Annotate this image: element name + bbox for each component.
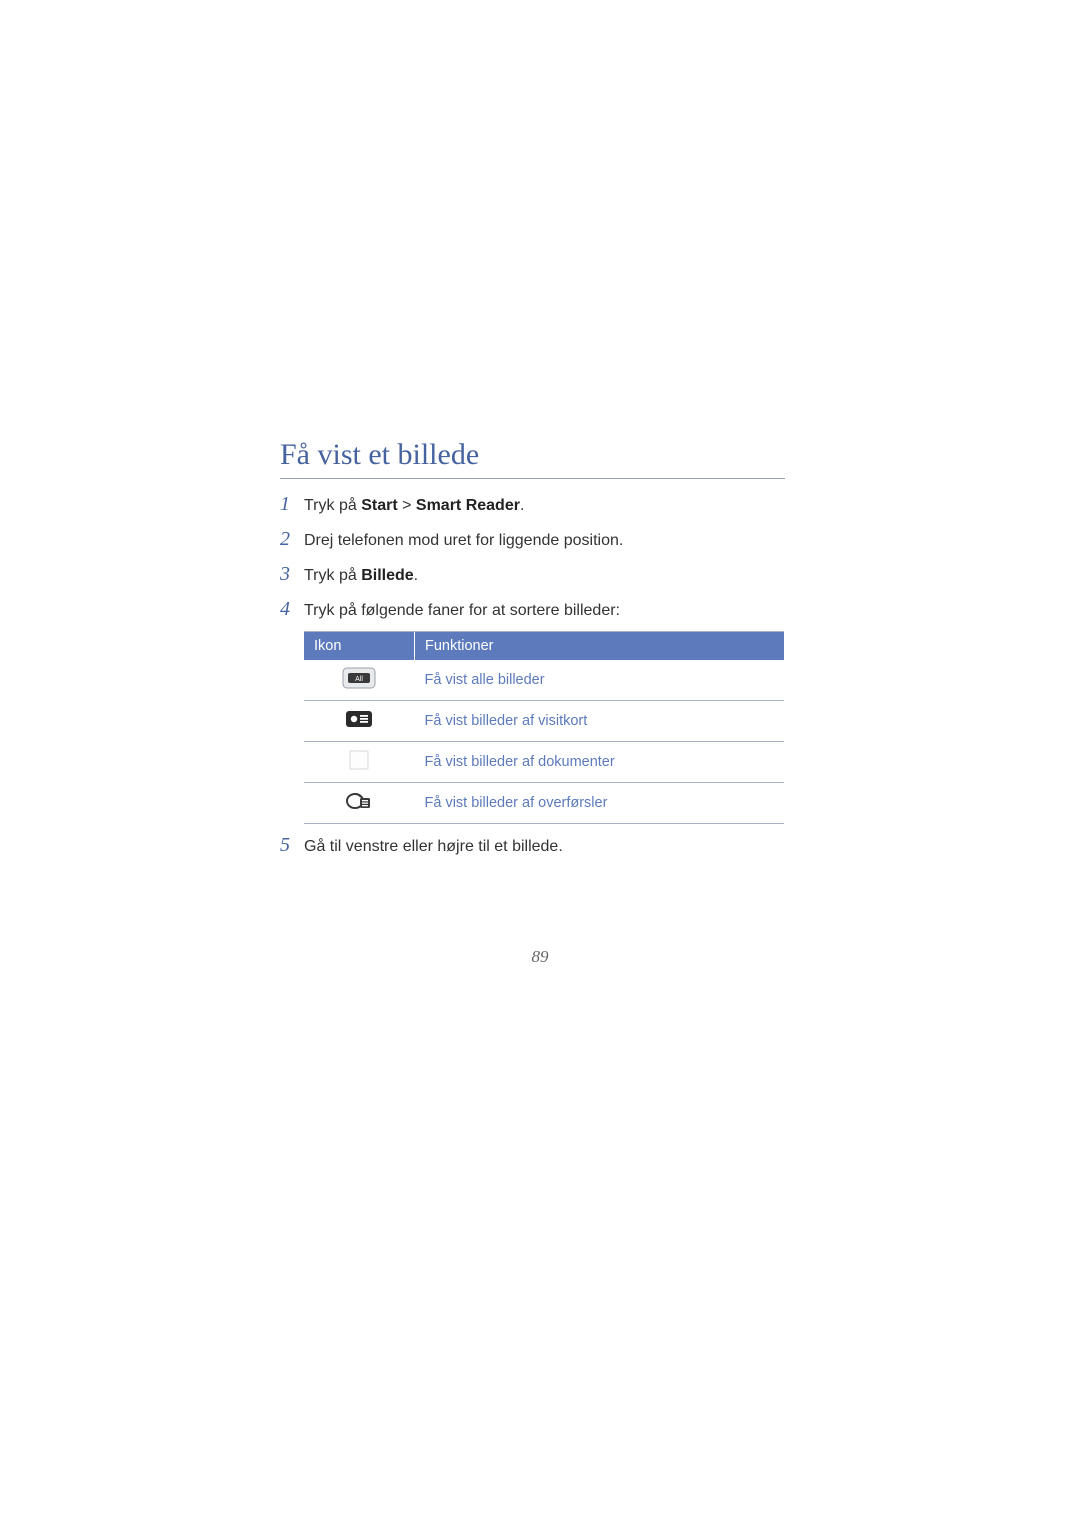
text-segment: Tryk på	[304, 567, 361, 584]
business-card-icon	[342, 708, 376, 734]
text-segment: Tryk på	[304, 497, 361, 514]
step-number: 4	[280, 596, 304, 623]
document-icon	[342, 749, 376, 775]
step-text: Tryk på Billede.	[304, 565, 780, 587]
table-row: Få vist billeder af visitkort	[304, 701, 784, 742]
cell-function: Få vist billeder af overførsler	[415, 783, 785, 824]
page-number: 89	[0, 947, 1080, 967]
text-bold: Billede	[361, 567, 413, 584]
cell-function: Få vist alle billeder	[415, 660, 785, 701]
cell-icon	[304, 783, 415, 824]
step-item: 3 Tryk på Billede.	[280, 561, 780, 588]
step-number: 1	[280, 491, 304, 518]
step-text: Tryk på følgende faner for at sortere bi…	[304, 600, 780, 622]
cell-function: Få vist billeder af dokumenter	[415, 742, 785, 783]
step-item: 5 Gå til venstre eller højre til et bill…	[280, 832, 780, 859]
step-item: 4 Tryk på følgende faner for at sortere …	[280, 596, 780, 623]
transfer-icon	[342, 790, 376, 816]
cell-icon: All	[304, 660, 415, 701]
steps-list-continued: 5 Gå til venstre eller højre til et bill…	[280, 832, 780, 859]
step-text: Gå til venstre eller højre til et billed…	[304, 836, 780, 858]
steps-list: 1 Tryk på Start > Smart Reader. 2 Drej t…	[280, 491, 780, 623]
step-text: Tryk på Start > Smart Reader.	[304, 495, 780, 517]
text-segment: >	[398, 497, 416, 514]
icon-function-table: Ikon Funktioner All	[304, 631, 784, 824]
table-row: All Få vist alle billeder	[304, 660, 784, 701]
table-header-function: Funktioner	[415, 632, 785, 660]
cell-icon	[304, 701, 415, 742]
table-row: Få vist billeder af dokumenter	[304, 742, 784, 783]
svg-text:All: All	[355, 676, 363, 683]
table-header-icon: Ikon	[304, 632, 415, 660]
text-bold: Start	[361, 497, 397, 514]
section-heading: Få vist et billede	[280, 438, 780, 472]
step-item: 2 Drej telefonen mod uret for liggende p…	[280, 526, 780, 553]
step-item: 1 Tryk på Start > Smart Reader.	[280, 491, 780, 518]
heading-rule	[280, 478, 785, 479]
step-text: Drej telefonen mod uret for liggende pos…	[304, 530, 780, 552]
step-number: 3	[280, 561, 304, 588]
table-row: Få vist billeder af overførsler	[304, 783, 784, 824]
cell-function: Få vist billeder af visitkort	[415, 701, 785, 742]
document-page: Få vist et billede 1 Tryk på Start > Sma…	[0, 0, 1080, 1527]
text-bold: Smart Reader	[416, 497, 520, 514]
step-number: 2	[280, 526, 304, 553]
cell-icon	[304, 742, 415, 783]
all-images-icon: All	[342, 667, 376, 693]
text-segment: .	[520, 497, 524, 514]
text-segment: .	[414, 567, 418, 584]
step-number: 5	[280, 832, 304, 859]
